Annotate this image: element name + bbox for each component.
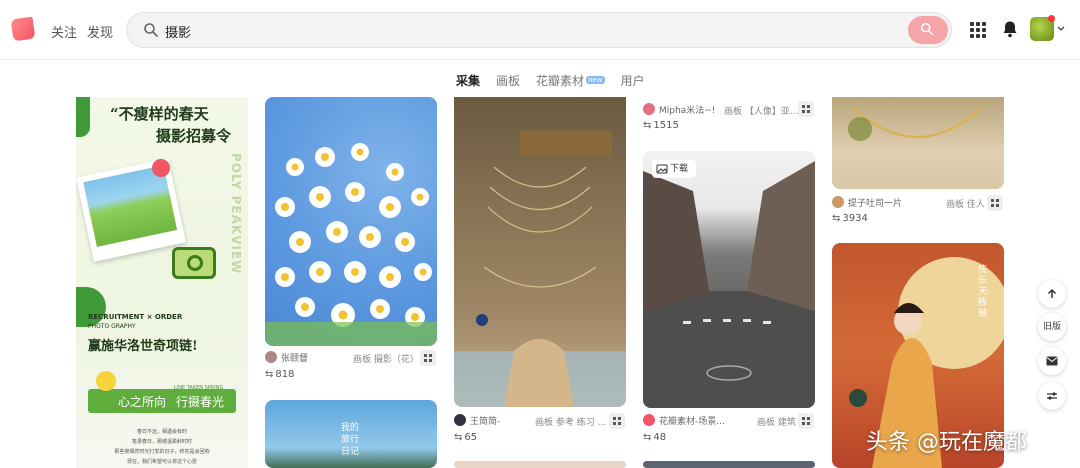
mail-icon (1046, 356, 1058, 366)
poster-spring-banner: 心之所向 行摄春光 (88, 389, 236, 413)
watermark: 头条 @玩在魔都 (866, 430, 1027, 455)
pin-repin-count: ⇆ 818 (265, 369, 295, 380)
tab-users[interactable]: 用户 (621, 72, 645, 89)
old-version-button[interactable]: 旧版 (1038, 313, 1066, 341)
search-input[interactable] (165, 21, 865, 41)
sky-photo-text: 我的旅行日记 (341, 423, 360, 457)
camera-illustration (172, 247, 216, 279)
flower-illustration (152, 159, 170, 177)
daisy-illustration (265, 143, 437, 346)
tab-boards[interactable]: 画板 (496, 72, 520, 89)
bell-icon[interactable] (1002, 20, 1018, 38)
pin-repin-count: ⇆ 48 (643, 432, 667, 443)
poster-photography: PHOTO GRAPHY (88, 323, 136, 330)
pin-neck-photo[interactable] (832, 97, 1004, 189)
poster-body-text: 春日不远，相遇会有时 笔录春日，那缕温柔醉时时 那些被偶然时光打发的日子，终究是… (114, 429, 210, 465)
image-icon (656, 164, 668, 174)
arrow-up-icon (1047, 288, 1057, 298)
pin-meta: Mipha米法~! (643, 103, 715, 116)
pin-next-photo[interactable] (643, 461, 815, 468)
board-grid-icon[interactable] (798, 101, 814, 117)
poster-vertical-text: POLY PEAKVIEW (229, 153, 243, 275)
pin-meta: 王简简- (454, 414, 500, 427)
pin-daisy-photo[interactable] (265, 97, 437, 346)
huaban-logo[interactable] (10, 16, 36, 42)
pin-poster-spring-recruit[interactable]: “不瘦样的春天 摄影招募令 POLY PEAKVIEW RECRUITMENT … (76, 97, 248, 468)
board-grid-icon[interactable] (798, 413, 814, 429)
adjust-icon (1047, 392, 1057, 400)
pin-repin-count: ⇆ 65 (454, 432, 478, 443)
pin-board[interactable]: 画板 【人像】亚... (724, 104, 798, 117)
poster-recruit: RECRUITMENT × ORDER (88, 313, 183, 321)
pin-sky-photo[interactable]: 我的旅行日记 (265, 400, 437, 468)
pin-user[interactable]: 王简简- (470, 417, 500, 427)
user-avatar-small[interactable] (643, 103, 655, 115)
poster-leaf-left (76, 287, 106, 327)
necklace-illustration (848, 106, 983, 141)
pin-repin-count: ⇆ 3934 (832, 213, 868, 224)
poster-headline: “不瘦样的春天 (110, 105, 209, 123)
tab-material[interactable]: 花瓣素材 new (536, 72, 605, 89)
jewelry-illustration (454, 166, 626, 407)
board-grid-icon[interactable] (420, 350, 436, 366)
poster-photo-frame (76, 158, 186, 262)
new-badge: new (586, 76, 605, 84)
search-icon (920, 22, 934, 36)
nav-discover[interactable]: 发现 (87, 22, 113, 41)
notification-dot (1048, 15, 1055, 22)
search-button[interactable] (908, 16, 948, 44)
pin-next-photo[interactable] (454, 461, 626, 468)
user-avatar-small[interactable] (454, 414, 466, 426)
pin-user[interactable]: 花瓣素材-场景... (659, 417, 725, 427)
pin-user[interactable]: Mipha米法~! (659, 106, 715, 116)
user-avatar-small[interactable] (832, 196, 844, 208)
pin-board[interactable]: 画板 佳人 (946, 197, 985, 210)
download-chip[interactable]: 下载 (652, 160, 696, 178)
filter-button[interactable] (1038, 382, 1066, 410)
nav-follow[interactable]: 关注 (51, 22, 77, 41)
street-illustration (643, 161, 815, 408)
search-icon (144, 23, 158, 37)
pin-meta: 花瓣素材-场景... (643, 414, 725, 427)
poster-corner-leaf (76, 97, 90, 137)
pin-board[interactable]: 画板 建筑 (757, 415, 796, 428)
pin-user[interactable]: 张颐督 (281, 354, 308, 364)
pin-street-photo[interactable]: 下载 (643, 151, 815, 408)
user-avatar-small[interactable] (265, 351, 277, 363)
pin-meta: 张颐督 (265, 351, 308, 364)
pin-board[interactable]: 画板 摄影（花） (353, 352, 419, 365)
chevron-down-icon[interactable] (1057, 26, 1065, 32)
board-grid-icon[interactable] (609, 413, 625, 429)
pin-repin-count: ⇆ 1515 (643, 120, 679, 131)
pin-board[interactable]: 画板 参考 练习 ... (535, 415, 606, 428)
pin-user[interactable]: 提子吐司一片 (848, 199, 902, 209)
search-bar (126, 12, 952, 48)
apps-grid-icon[interactable] (970, 22, 986, 38)
yellow-flower-illustration (96, 371, 116, 391)
message-button[interactable] (1038, 347, 1066, 375)
header-divider (0, 59, 1080, 60)
result-tabs: 采集 画板 花瓣素材 new 用户 (456, 72, 645, 89)
feitian-title: 伎乐天·腾兢 (978, 265, 990, 319)
pin-model-photo[interactable] (454, 97, 626, 407)
top-bar: 关注 发现 (0, 0, 1080, 60)
poster-slogan: 赢施华洛世奇项链! (88, 339, 198, 354)
tab-pins[interactable]: 采集 (456, 72, 480, 89)
board-grid-icon[interactable] (987, 195, 1003, 211)
pin-meta: 提子吐司一片 (832, 196, 902, 209)
user-avatar-small[interactable] (643, 414, 655, 426)
poster-subheadline: 摄影招募令 (156, 127, 232, 145)
back-to-top-button[interactable] (1038, 280, 1066, 308)
